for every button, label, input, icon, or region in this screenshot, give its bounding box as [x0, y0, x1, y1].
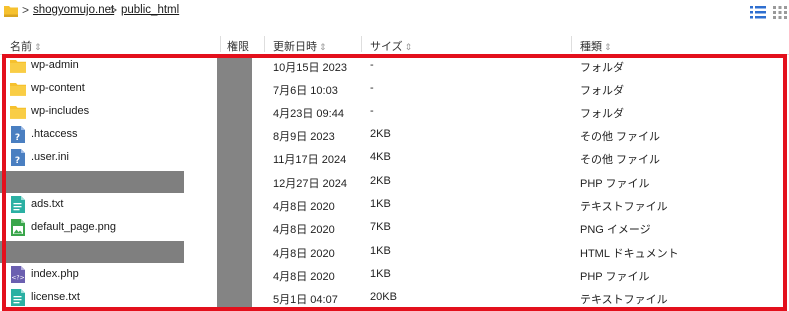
- breadcrumb-separator: >: [110, 3, 118, 17]
- grid-view-icon[interactable]: [772, 3, 788, 21]
- column-divider[interactable]: [264, 36, 265, 52]
- column-type-header[interactable]: 種類 ⇕: [580, 38, 612, 54]
- column-divider[interactable]: [361, 36, 362, 52]
- breadcrumb-item-public-html[interactable]: public_html: [121, 4, 179, 16]
- column-size-header[interactable]: サイズ ⇕: [370, 38, 412, 54]
- column-name-label: 名前: [10, 41, 32, 53]
- sort-icon: ⇕: [319, 42, 327, 52]
- breadcrumb-item-domain[interactable]: shogyomujo.net: [33, 4, 114, 16]
- column-name-header[interactable]: 名前 ⇕: [10, 38, 42, 54]
- highlight-frame: [2, 54, 787, 311]
- breadcrumb-separator: >: [22, 3, 30, 17]
- column-divider[interactable]: [571, 36, 572, 52]
- sort-icon: ⇕: [604, 42, 612, 52]
- column-divider[interactable]: [220, 36, 221, 52]
- column-permission-header[interactable]: 権限: [227, 38, 249, 54]
- folder-home-icon[interactable]: [4, 4, 18, 17]
- column-type-label: 種類: [580, 41, 602, 53]
- sort-icon: ⇕: [34, 42, 42, 52]
- column-header: 名前 ⇕ 権限 更新日時 ⇕ サイズ ⇕ 種類 ⇕: [0, 34, 789, 55]
- column-size-label: サイズ: [370, 41, 403, 53]
- column-modified-label: 更新日時: [273, 41, 317, 53]
- column-modified-header[interactable]: 更新日時 ⇕: [273, 38, 327, 54]
- column-permission-label: 権限: [227, 41, 249, 53]
- list-view-icon[interactable]: [748, 3, 768, 21]
- sort-icon: ⇕: [404, 42, 413, 52]
- breadcrumb-bar: > shogyomujo.net > public_html: [0, 0, 789, 26]
